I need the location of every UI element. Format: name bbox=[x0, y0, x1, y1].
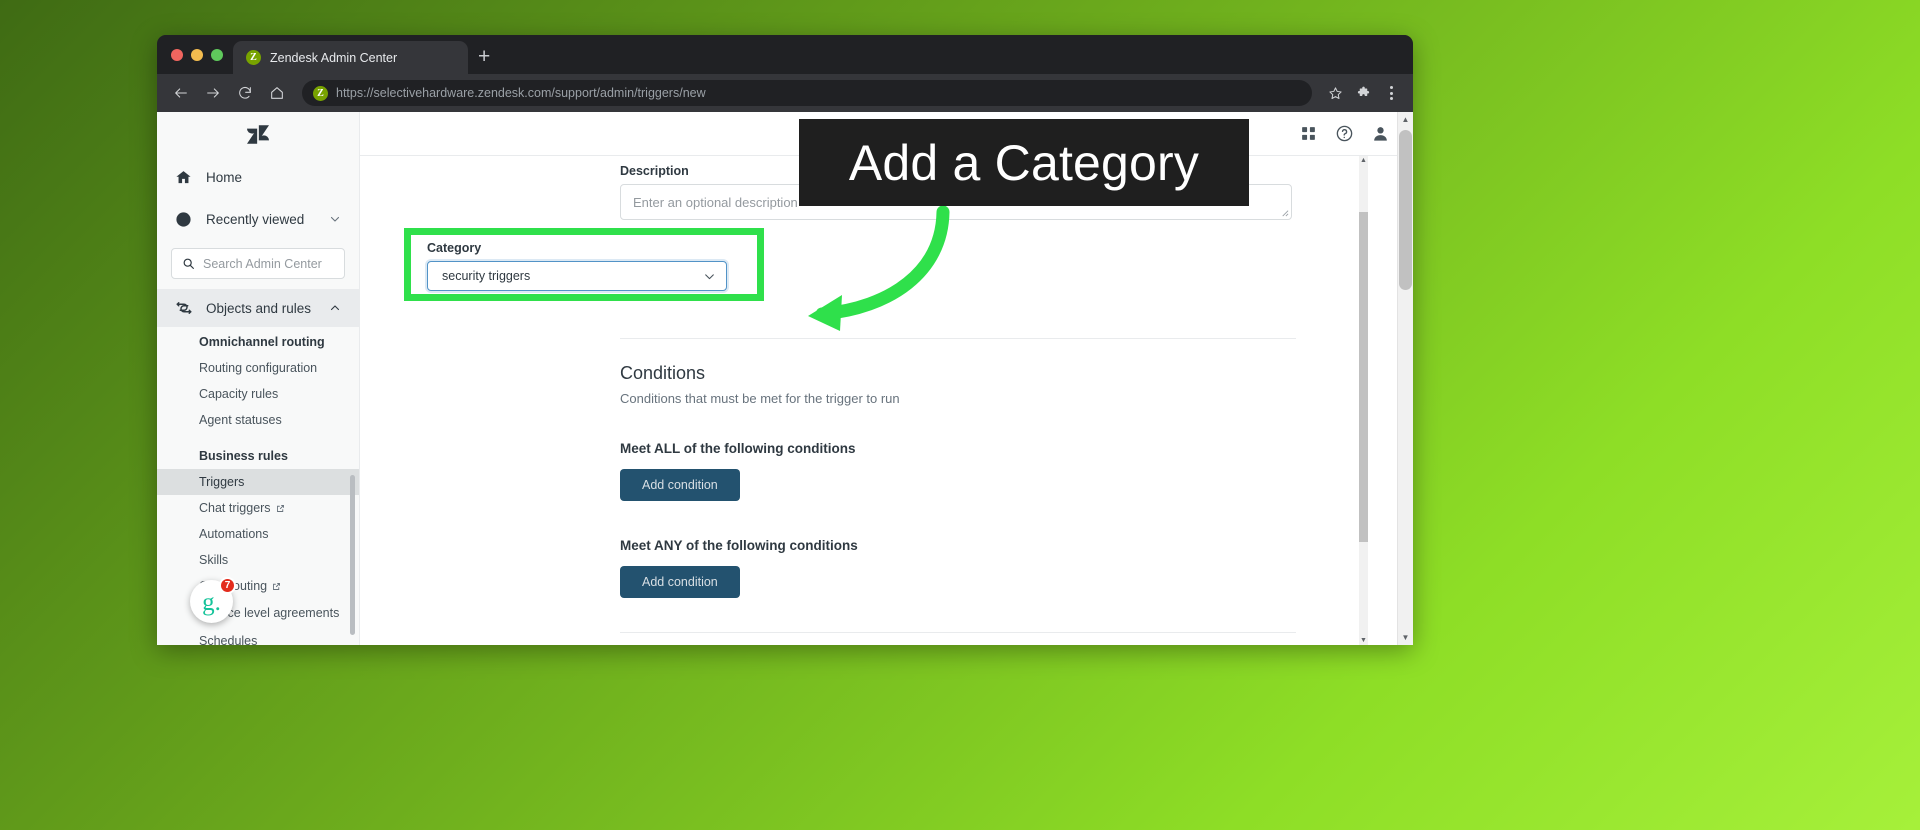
sidebar-item-routing-configuration[interactable]: Routing configuration bbox=[157, 355, 359, 381]
search-input[interactable]: Search Admin Center bbox=[171, 248, 345, 279]
page-scrollbar-thumb[interactable] bbox=[1399, 130, 1412, 290]
category-highlight-box: Category security triggers bbox=[404, 228, 764, 301]
chevron-down-icon bbox=[330, 216, 340, 222]
sidebar-link-label: Chat triggers bbox=[199, 501, 271, 515]
sidebar-item-home[interactable]: Home bbox=[157, 156, 359, 198]
assistant-notification-badge: 7 bbox=[219, 577, 236, 594]
sidebar-link-label: Capacity rules bbox=[199, 387, 279, 401]
sidebar-section-objects-and-rules[interactable]: Objects and rules bbox=[157, 289, 359, 327]
sidebar-item-schedules[interactable]: Schedules bbox=[157, 628, 359, 645]
page-scroll-down-arrow-icon[interactable]: ▼ bbox=[1402, 630, 1410, 645]
sidebar-item-service-level-agreements[interactable]: Service level agreements bbox=[157, 599, 359, 628]
sidebar-link-label: Skills bbox=[199, 553, 229, 567]
user-avatar-icon[interactable] bbox=[1369, 123, 1391, 145]
app-scrollbar-thumb[interactable] bbox=[1359, 212, 1368, 542]
home-button[interactable] bbox=[263, 79, 291, 107]
sidebar-search-container: Search Admin Center bbox=[157, 240, 359, 289]
sidebar-scrollbar-thumb[interactable] bbox=[350, 475, 355, 635]
category-label: Category bbox=[427, 241, 482, 255]
sidebar-group-title: Omnichannel routing bbox=[199, 335, 325, 349]
curved-arrow-left-icon bbox=[808, 205, 950, 331]
external-link-icon bbox=[276, 504, 284, 512]
sidebar-group-title: Business rules bbox=[199, 449, 288, 463]
sidebar-link-label: Routing configuration bbox=[199, 361, 318, 375]
back-button[interactable] bbox=[167, 79, 195, 107]
page-scroll-up-arrow-icon[interactable]: ▲ bbox=[1402, 112, 1410, 127]
add-condition-all-button[interactable]: Add condition bbox=[620, 469, 740, 501]
meet-any-heading: Meet ANY of the following conditions bbox=[620, 538, 858, 553]
clock-icon bbox=[176, 211, 191, 227]
browser-toolbar: Z https://selectivehardware.zendesk.com/… bbox=[157, 74, 1413, 112]
apps-grid-icon[interactable] bbox=[1297, 123, 1319, 145]
maximize-window-button[interactable] bbox=[211, 48, 223, 61]
search-icon bbox=[183, 258, 194, 269]
sidebar-item-recently-viewed[interactable]: Recently viewed bbox=[157, 198, 359, 240]
page-scrollbar[interactable]: ▲ ▼ bbox=[1397, 112, 1413, 645]
zendesk-logo-glyph bbox=[247, 124, 269, 144]
sidebar-link-label: Automations bbox=[199, 527, 269, 541]
conditions-title: Conditions bbox=[620, 363, 706, 383]
chevron-down-icon bbox=[705, 273, 714, 279]
forward-button[interactable] bbox=[199, 79, 227, 107]
extensions-puzzle-icon[interactable] bbox=[1351, 81, 1375, 105]
minimize-window-button[interactable] bbox=[191, 48, 203, 61]
conditions-section: Conditions Conditions that must be met f… bbox=[360, 338, 1413, 645]
browser-tab[interactable]: Z Zendesk Admin Center bbox=[233, 41, 468, 74]
category-select[interactable]: security triggers bbox=[427, 261, 727, 291]
browser-menu-button[interactable] bbox=[1379, 81, 1403, 105]
bookmark-star-icon[interactable] bbox=[1323, 81, 1347, 105]
sidebar-section-label: Objects and rules bbox=[206, 300, 312, 316]
sidebar-item-agent-statuses[interactable]: Agent statuses bbox=[157, 407, 359, 433]
home-icon bbox=[176, 170, 191, 183]
sidebar-link-label: Triggers bbox=[199, 475, 245, 489]
admin-sidebar: Home Recently viewed Search Admin Center bbox=[157, 112, 360, 645]
callout-banner-text: Add a Category bbox=[848, 134, 1200, 191]
browser-tab-title: Zendesk Admin Center bbox=[270, 50, 398, 65]
add-condition-any-button[interactable]: Add condition bbox=[620, 566, 740, 598]
sidebar-item-home-label: Home bbox=[206, 169, 243, 185]
external-link-icon bbox=[273, 582, 281, 590]
browser-tab-strip: Z Zendesk Admin Center + bbox=[157, 35, 1413, 74]
chevron-up-icon bbox=[330, 305, 340, 311]
objects-rules-icon bbox=[176, 302, 192, 314]
close-window-button[interactable] bbox=[171, 48, 183, 61]
search-input-placeholder: Search Admin Center bbox=[203, 256, 322, 271]
reload-button[interactable] bbox=[231, 79, 259, 107]
app-scrollbar-track[interactable] bbox=[1359, 156, 1368, 645]
sidebar-nav-scroll[interactable]: Omnichannel routing Routing configuratio… bbox=[157, 327, 359, 645]
sidebar-item-triggers[interactable]: Triggers bbox=[157, 469, 359, 495]
callout-banner: Add a Category bbox=[799, 119, 1249, 206]
zendesk-favicon-icon: Z bbox=[246, 50, 261, 65]
sidebar-item-recently-viewed-label: Recently viewed bbox=[206, 211, 305, 227]
zendesk-logo-icon[interactable] bbox=[157, 112, 359, 156]
grammarly-assistant-button[interactable]: g. 7 bbox=[190, 577, 236, 623]
sidebar-link-label: Schedules bbox=[199, 633, 258, 645]
category-selected-value: security triggers bbox=[442, 269, 531, 283]
category-field-group: Category security triggers bbox=[411, 235, 757, 291]
conditions-subtitle: Conditions that must be met for the trig… bbox=[620, 391, 900, 406]
sidebar-item-chat-triggers[interactable]: Chat triggers bbox=[157, 495, 359, 521]
resize-handle-icon[interactable] bbox=[1280, 208, 1289, 217]
grammarly-icon: g. bbox=[202, 589, 221, 616]
site-favicon-icon: Z bbox=[313, 85, 328, 101]
window-traffic-lights bbox=[169, 35, 233, 74]
help-circle-icon[interactable] bbox=[1333, 123, 1355, 145]
sidebar-item-skills[interactable]: Skills bbox=[157, 547, 359, 573]
sidebar-link-label: Agent statuses bbox=[199, 413, 282, 427]
sidebar-item-capacity-rules[interactable]: Capacity rules bbox=[157, 381, 359, 407]
address-bar[interactable]: Z https://selectivehardware.zendesk.com/… bbox=[302, 80, 1312, 106]
sidebar-item-automations[interactable]: Automations bbox=[157, 521, 359, 547]
sidebar-item-chat-routing[interactable]: Chat routing bbox=[157, 573, 359, 599]
meet-all-heading: Meet ALL of the following conditions bbox=[620, 441, 856, 456]
address-bar-url: https://selectivehardware.zendesk.com/su… bbox=[336, 86, 706, 100]
new-tab-button[interactable]: + bbox=[468, 46, 500, 67]
sidebar-scrollbar-track[interactable] bbox=[350, 327, 357, 645]
